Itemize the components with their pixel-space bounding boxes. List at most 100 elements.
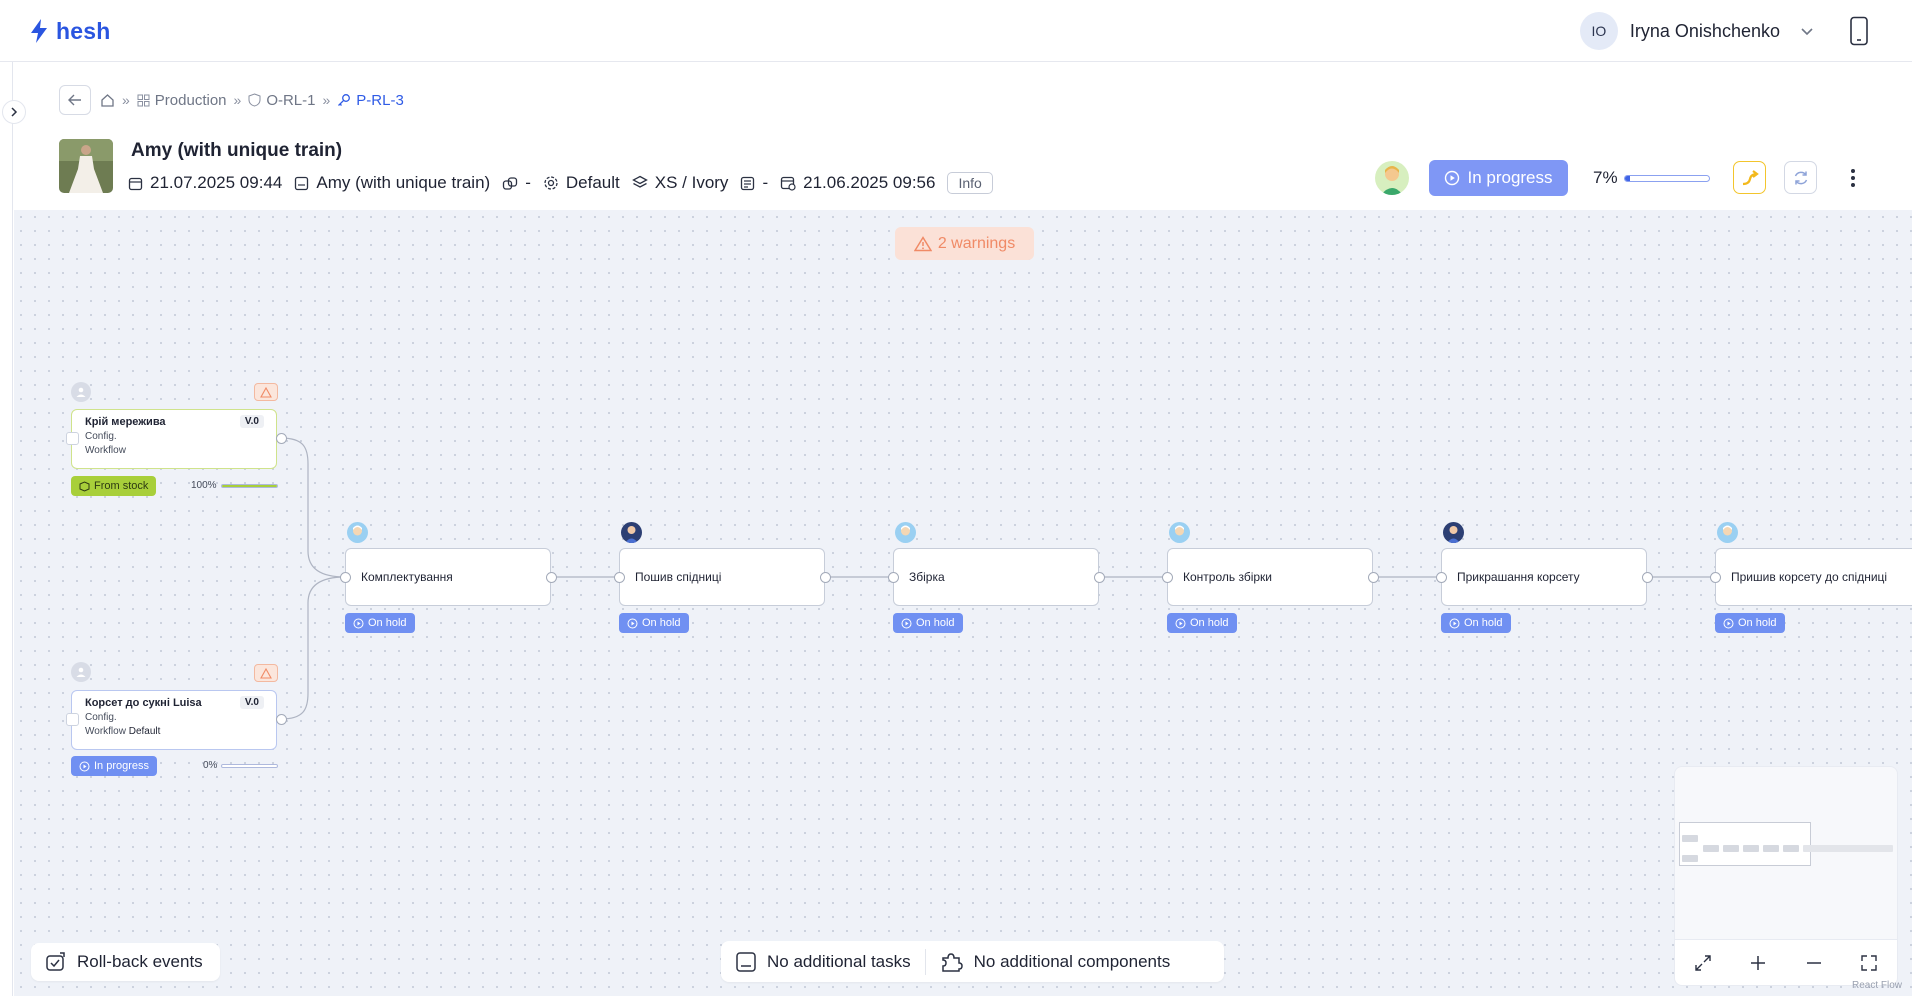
logo-text: hesh xyxy=(56,17,111,44)
info-button[interactable]: Info xyxy=(947,172,993,194)
chevron-down-icon[interactable] xyxy=(1798,22,1816,40)
gear-icon xyxy=(544,176,558,190)
assignee-avatar[interactable] xyxy=(347,522,368,543)
sync-button[interactable] xyxy=(1784,161,1817,194)
avatar: IO xyxy=(1579,12,1618,50)
breadcrumb-separator: » xyxy=(233,92,242,108)
component-node[interactable]: Корсет до сукні Luisa V.0 Config. Workfl… xyxy=(66,690,277,750)
calendar-icon xyxy=(128,177,143,190)
workflow-canvas[interactable]: 2 warnings Крій мережива V.0 Config. Wor… xyxy=(14,210,1912,996)
status-badge[interactable]: In progress xyxy=(1429,160,1568,196)
rollback-events-button[interactable]: Roll-back events xyxy=(31,943,220,981)
connection-handle[interactable] xyxy=(1162,572,1173,583)
workflow-step-node[interactable]: Комплектування xyxy=(345,548,551,606)
workflow-step-node[interactable]: Прикрашання корсету xyxy=(1441,548,1647,606)
connection-handle[interactable] xyxy=(546,572,557,583)
assignee-avatar[interactable] xyxy=(1169,522,1190,543)
no-tasks-button[interactable]: No additional tasks xyxy=(721,941,925,982)
expand-sidebar-button[interactable] xyxy=(2,100,26,124)
route-button[interactable] xyxy=(1733,161,1766,194)
workflow-step-node[interactable]: Пошив спідниці xyxy=(619,548,825,606)
drag-handle-icon[interactable] xyxy=(66,713,79,726)
zoom-in-button[interactable] xyxy=(1744,949,1772,977)
workflow-step-node[interactable]: Збірка xyxy=(893,548,1099,606)
owner-avatar[interactable] xyxy=(1375,161,1409,195)
minimap-viewport[interactable] xyxy=(1679,822,1811,866)
connection-handle[interactable] xyxy=(1436,572,1447,583)
status-chip: On hold xyxy=(1441,613,1511,633)
warning-icon[interactable] xyxy=(254,664,278,682)
fullscreen-icon xyxy=(1861,954,1877,971)
warning-icon[interactable] xyxy=(254,383,278,401)
drag-handle-icon[interactable] xyxy=(66,432,79,445)
connection-handle[interactable] xyxy=(276,714,287,725)
connection-handle[interactable] xyxy=(820,572,831,583)
breadcrumb-production[interactable]: Production xyxy=(137,92,227,109)
breadcrumb-order[interactable]: O-RL-1 xyxy=(248,92,316,109)
shield-icon xyxy=(248,93,261,107)
chip-label: On hold xyxy=(916,617,955,629)
connection-handle[interactable] xyxy=(1094,572,1105,583)
progress-bar xyxy=(1623,174,1710,182)
warnings-label: 2 warnings xyxy=(937,234,1016,252)
layers-icon xyxy=(631,175,648,188)
no-components-button[interactable]: No additional components xyxy=(926,941,1185,982)
warnings-badge[interactable]: 2 warnings xyxy=(895,227,1034,260)
fit-view-button[interactable] xyxy=(1689,949,1717,977)
meta-variant: XS / Ivory xyxy=(631,173,729,193)
connection-handle[interactable] xyxy=(1710,572,1721,583)
minus-icon xyxy=(1806,961,1821,964)
connection-handle[interactable] xyxy=(1642,572,1653,583)
assignee-avatar[interactable] xyxy=(1717,522,1738,543)
unassigned-user-icon xyxy=(71,662,91,682)
component-node[interactable]: Крій мережива V.0 Config. Workflow xyxy=(66,409,277,469)
react-flow-attribution[interactable]: React Flow xyxy=(1852,980,1902,991)
assignee-avatar[interactable] xyxy=(1443,522,1464,543)
connection-handle[interactable] xyxy=(888,572,899,583)
step-label: Пошив спідниці xyxy=(635,570,722,584)
assignee-avatar[interactable] xyxy=(621,522,642,543)
box-icon xyxy=(79,480,90,492)
unassigned-user-icon xyxy=(71,382,91,402)
step-label: Прикрашання корсету xyxy=(1457,570,1580,584)
status-chip: On hold xyxy=(1715,613,1785,633)
logo[interactable]: hesh xyxy=(28,16,110,46)
user-menu[interactable]: IO Iryna Onishchenko xyxy=(1579,12,1816,50)
workflow-step-node[interactable]: Контроль збірки xyxy=(1167,548,1373,606)
assignee-avatar[interactable] xyxy=(895,522,916,543)
more-menu-button[interactable] xyxy=(1842,164,1864,192)
workflow-value: Default xyxy=(128,726,161,737)
connection-handle[interactable] xyxy=(340,572,351,583)
status-chip: On hold xyxy=(1167,613,1237,633)
meta-doc: - xyxy=(740,173,768,193)
additional-items-bar: No additional tasks No additional compon… xyxy=(721,941,1224,982)
component-title: Корсет до сукні Luisa xyxy=(85,697,202,709)
chevron-right-icon xyxy=(11,107,18,117)
notes-icon xyxy=(741,176,755,190)
puzzle-icon xyxy=(941,952,963,972)
zoom-out-button[interactable] xyxy=(1800,949,1828,977)
mobile-icon[interactable] xyxy=(1848,16,1870,46)
connection-handle[interactable] xyxy=(614,572,625,583)
minimap-node xyxy=(1743,845,1759,852)
size-color: XS / Ivory xyxy=(654,173,729,192)
version-badge: V.0 xyxy=(239,696,264,709)
chip-label: From stock xyxy=(94,480,149,492)
rollback-label: Roll-back events xyxy=(77,952,203,971)
connection-handle[interactable] xyxy=(1368,572,1379,583)
step-label: Контроль збірки xyxy=(1183,570,1272,584)
minimap-node xyxy=(1723,845,1739,852)
minimap[interactable] xyxy=(1674,766,1898,940)
workflow-step-node[interactable]: Пришив корсету до спідниці xyxy=(1715,548,1912,606)
warning-icon xyxy=(913,235,932,251)
back-button[interactable] xyxy=(59,85,91,115)
fullscreen-button[interactable] xyxy=(1855,949,1883,977)
chip-label: On hold xyxy=(368,617,407,629)
home-icon[interactable] xyxy=(100,93,115,108)
connection-handle[interactable] xyxy=(276,433,287,444)
status-label: In progress xyxy=(1467,168,1553,187)
more-vertical-icon xyxy=(1851,169,1855,187)
product-meta: 21.07.2025 09:44 Amy (with unique train)… xyxy=(128,171,993,195)
no-tasks-label: No additional tasks xyxy=(767,951,911,971)
breadcrumb-product[interactable]: P-RL-3 xyxy=(337,92,404,109)
